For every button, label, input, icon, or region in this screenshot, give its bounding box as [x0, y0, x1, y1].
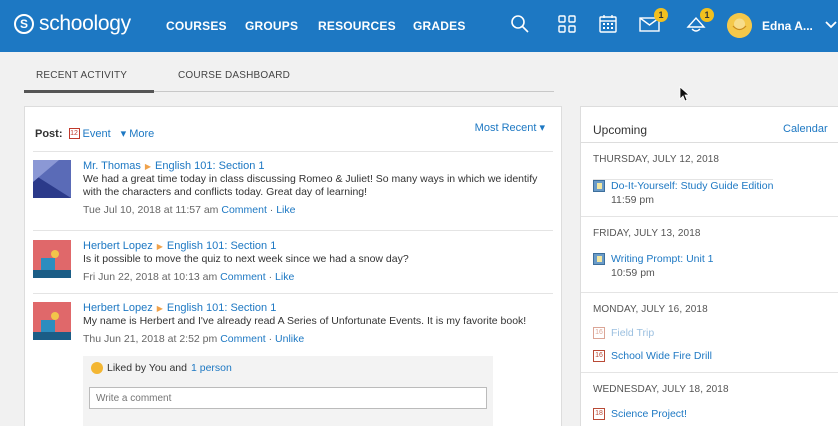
day-label: MONDAY, JULY 16, 2018 [593, 304, 708, 315]
mouse-pointer-icon [679, 86, 691, 102]
calendar-event-icon: 18 [593, 408, 605, 420]
day-label: THURSDAY, JULY 12, 2018 [593, 154, 720, 165]
post-time: Fri Jun 22, 2018 at 10:13 am [83, 271, 218, 283]
event-title: Science Project! [611, 408, 687, 420]
calendar-event-icon: 16 [593, 350, 605, 362]
upcoming-title: Upcoming [593, 123, 648, 137]
day-label: FRIDAY, JULY 13, 2018 [593, 228, 701, 239]
post-more-label: More [129, 128, 155, 140]
upcoming-event[interactable]: 18 Science Project! [593, 408, 687, 420]
avatar[interactable] [33, 302, 71, 340]
meta-separator: · [268, 333, 273, 345]
apps-grid-icon[interactable] [555, 12, 579, 36]
user-avatar[interactable] [727, 13, 752, 38]
post-event-label: Event [82, 127, 111, 140]
day-label: WEDNESDAY, JULY 18, 2018 [593, 384, 729, 395]
upcoming-event[interactable]: 16 School Wide Fire Drill [593, 350, 712, 362]
course-link[interactable]: English 101: Section 1 [167, 240, 276, 252]
arrow-right-icon: ▶ [144, 162, 152, 171]
feed-tabs: RECENT ACTIVITY COURSE DASHBOARD [24, 62, 554, 93]
post-more-button[interactable]: ▾ More [121, 127, 155, 140]
unlike-link[interactable]: Unlike [275, 333, 304, 345]
schoology-logo[interactable]: S schoology [14, 12, 131, 36]
like-link[interactable]: Like [275, 271, 294, 283]
post-text: My name is Herbert and I've already read… [83, 315, 527, 327]
assignment-icon [593, 180, 605, 192]
comment-link[interactable]: Comment [220, 333, 266, 345]
notifications-badge: 1 [700, 8, 714, 22]
chevron-down-icon[interactable] [824, 17, 838, 31]
active-tab-indicator [24, 90, 154, 93]
nav-groups[interactable]: GROUPS [245, 19, 298, 33]
event-title: School Wide Fire Drill [611, 350, 712, 362]
tab-recent-activity[interactable]: RECENT ACTIVITY [36, 70, 127, 81]
messages-icon[interactable]: 1 [638, 8, 668, 36]
upcoming-day: MONDAY, JULY 16, 2018 16 Field Trip 16 S… [581, 292, 838, 372]
upcoming-event[interactable]: Do-It-Yourself: Study Guide Edition 11:59… [593, 179, 774, 206]
user-name[interactable]: Edna A... [762, 19, 813, 33]
calendar-event-icon: 16 [593, 327, 605, 339]
meta-separator: · [269, 204, 274, 216]
divider [33, 230, 553, 231]
post-time: Tue Jul 10, 2018 at 11:57 am [83, 204, 219, 216]
logo-badge: S [14, 14, 34, 34]
nav-grades[interactable]: GRADES [413, 19, 466, 33]
calendar-link[interactable]: Calendar [783, 123, 828, 135]
activity-feed: Post: 12 Event ▾ More Most Recent ▾ Mr. … [24, 106, 562, 426]
post-text: We had a great time today in class discu… [83, 173, 538, 198]
arrow-right-icon: ▶ [156, 304, 163, 313]
top-navigation-bar: S schoology COURSES GROUPS RESOURCES GRA… [0, 0, 838, 52]
post-label: Post: [35, 127, 63, 140]
course-link[interactable]: English 101: Section 1 [155, 160, 264, 172]
avatar[interactable] [33, 240, 71, 278]
comment-input[interactable] [89, 387, 487, 409]
avatar[interactable] [33, 160, 71, 198]
search-icon[interactable] [508, 12, 532, 36]
logo-text: schoology [39, 12, 131, 35]
calendar-event-icon: 12 [68, 128, 80, 139]
event-title: Field Trip [611, 327, 655, 339]
likes-text: Liked by You and [107, 362, 187, 374]
nav-resources[interactable]: RESOURCES [318, 19, 396, 33]
like-link[interactable]: Like [276, 204, 295, 216]
author-link[interactable]: Herbert Lopez [83, 302, 153, 314]
calendar-icon[interactable] [596, 12, 620, 36]
post-time: Thu Jun 21, 2018 at 2:52 pm [83, 333, 218, 345]
arrow-right-icon: ▶ [156, 242, 163, 251]
event-title: Writing Prompt: Unit 1 [611, 253, 714, 265]
comment-link[interactable]: Comment [220, 271, 266, 283]
event-time: 11:59 pm [611, 194, 654, 206]
sort-dropdown[interactable]: Most Recent ▾ [475, 121, 545, 134]
notifications-icon[interactable]: 1 [684, 8, 714, 36]
upcoming-day: FRIDAY, JULY 13, 2018 Writing Prompt: Un… [581, 216, 838, 292]
upcoming-day: WEDNESDAY, JULY 18, 2018 18 Science Proj… [581, 372, 838, 426]
upcoming-panel: Upcoming Calendar THURSDAY, JULY 12, 201… [580, 106, 838, 426]
messages-badge: 1 [654, 8, 668, 22]
divider [33, 151, 553, 152]
post-bar: Post: 12 Event ▾ More [35, 127, 155, 141]
upcoming-event[interactable]: Writing Prompt: Unit 1 10:59 pm [593, 253, 714, 279]
tab-course-dashboard[interactable]: COURSE DASHBOARD [178, 70, 290, 81]
post-text: Is it possible to move the quiz to next … [83, 253, 409, 265]
post-event-button[interactable]: 12 Event [68, 127, 111, 140]
author-link[interactable]: Mr. Thomas [83, 160, 141, 172]
nav-courses[interactable]: COURSES [166, 19, 227, 33]
likes-panel: Liked by You and 1 person [83, 356, 493, 426]
author-link[interactable]: Herbert Lopez [83, 240, 153, 252]
upcoming-day: THURSDAY, JULY 12, 2018 Do-It-Yourself: … [581, 143, 838, 216]
comment-link[interactable]: Comment [221, 204, 267, 216]
meta-separator: · [268, 271, 273, 283]
event-time: 10:59 pm [611, 267, 655, 279]
divider [33, 293, 553, 294]
smiley-icon [91, 362, 103, 374]
likes-people-link[interactable]: 1 person [191, 362, 232, 374]
course-link[interactable]: English 101: Section 1 [167, 302, 276, 314]
sort-label: Most Recent [474, 122, 537, 134]
assignment-icon [593, 253, 605, 265]
event-title: Do-It-Yourself: Study Guide Edition [611, 180, 774, 192]
upcoming-event[interactable]: 16 Field Trip [593, 327, 654, 339]
